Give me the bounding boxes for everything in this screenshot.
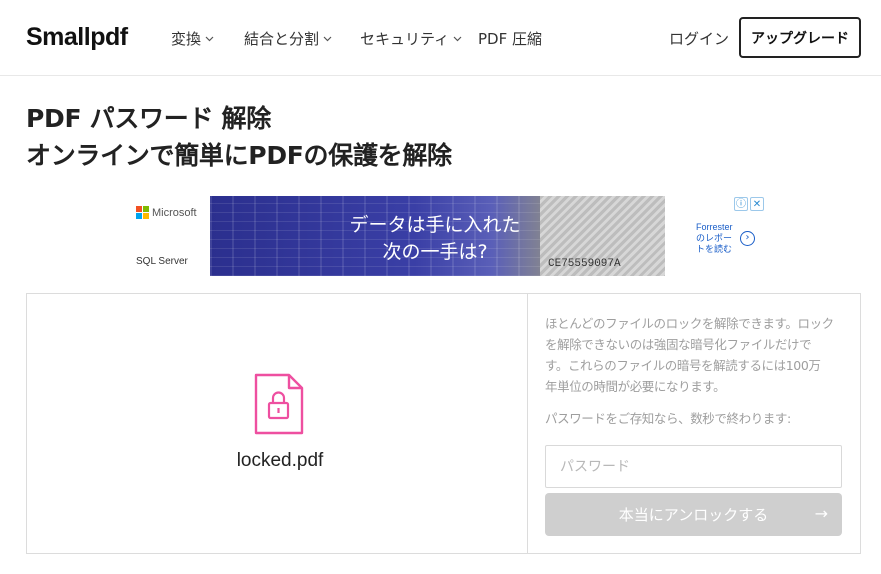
- nav-security-label: セキュリティ: [360, 30, 450, 48]
- advertisement[interactable]: Microsoft SQL Server CE75559097A データは手に入…: [130, 196, 768, 278]
- unlock-description-line: ほとんどのファイルのロックを解除できます。ロック: [545, 316, 834, 331]
- microsoft-logo: Microsoft: [136, 206, 197, 219]
- ad-headline-line-1: データは手に入れた: [349, 214, 521, 236]
- ad-choices: ⓘ ✕: [734, 197, 764, 211]
- ad-bill-serial: CE75559097A: [548, 258, 621, 270]
- ad-headline-line-2: 次の一手は?: [382, 241, 488, 263]
- ad-report-line-3: トを読む: [696, 244, 733, 254]
- password-hint: パスワードをご存知なら、数秒で終わります:: [545, 409, 845, 429]
- unlock-button[interactable]: 本当にアンロックする →: [545, 493, 842, 536]
- password-hint-text: パスワードをご存知なら、数秒で終わります:: [545, 411, 791, 426]
- file-preview: locked.pdf: [27, 294, 527, 553]
- top-navigation-bar: Smallpdf 変換 結合と分割 セキュリティ PDF 圧縮 ログイン アップ…: [0, 0, 881, 76]
- microsoft-grid-icon: [136, 206, 149, 219]
- unlock-description-line: 年単位の時間が必要になります。: [545, 379, 726, 394]
- arrow-right-circle-icon[interactable]: ›: [740, 231, 755, 246]
- ad-close-icon[interactable]: ✕: [750, 197, 764, 211]
- chevron-down-icon: [453, 36, 462, 42]
- chevron-down-icon: [205, 36, 214, 42]
- nav-security[interactable]: セキュリティ: [360, 28, 462, 49]
- panel-divider: [527, 294, 528, 553]
- arrow-right-icon: →: [814, 504, 828, 523]
- ad-info-icon[interactable]: ⓘ: [734, 197, 748, 211]
- ad-headline: データは手に入れた 次の一手は?: [320, 212, 550, 266]
- page-title-line-1: PDF パスワード 解除: [26, 104, 271, 133]
- page-title: PDF パスワード 解除 オンラインで簡単にPDFの保護を解除: [26, 100, 826, 174]
- unlock-panel: locked.pdf ほとんどのファイルのロックを解除できます。ロック を解除で…: [26, 293, 861, 554]
- login-link[interactable]: ログイン: [669, 28, 729, 49]
- nav-compress-pdf[interactable]: PDF 圧縮: [478, 28, 542, 49]
- nav-compress-pdf-label: PDF 圧縮: [478, 30, 542, 48]
- locked-file-icon: [254, 373, 304, 435]
- ad-banner-image[interactable]: CE75559097A データは手に入れた 次の一手は?: [210, 196, 665, 276]
- ad-report-link[interactable]: Forrester のレポー トを読む: [696, 222, 742, 255]
- upgrade-button[interactable]: アップグレード: [739, 17, 861, 58]
- nav-merge-split-label: 結合と分割: [244, 30, 320, 48]
- unlock-description: ほとんどのファイルのロックを解除できます。ロック を解除できないのは強固な暗号化…: [545, 313, 845, 397]
- nav-merge-split[interactable]: 結合と分割: [244, 28, 332, 49]
- ad-brand: Microsoft: [152, 206, 197, 219]
- page-title-line-2: オンラインで簡単にPDFの保護を解除: [26, 141, 452, 170]
- file-name: locked.pdf: [236, 450, 324, 471]
- nav-convert-label: 変換: [171, 30, 202, 48]
- ad-report-line-2: のレポー: [696, 233, 733, 243]
- ad-product: SQL Server: [136, 256, 188, 267]
- nav-convert[interactable]: 変換: [171, 28, 214, 49]
- chevron-down-icon: [323, 36, 332, 42]
- ad-report-line-1: Forrester: [696, 222, 733, 232]
- password-input[interactable]: [545, 445, 842, 488]
- unlock-button-label: 本当にアンロックする: [618, 506, 769, 524]
- unlock-description-line: す。これらのファイルの暗号を解読するには100万: [545, 358, 821, 373]
- unlock-description-line: を解除できないのは強固な暗号化ファイルだけで: [545, 337, 812, 352]
- smallpdf-logo[interactable]: Smallpdf: [26, 23, 128, 52]
